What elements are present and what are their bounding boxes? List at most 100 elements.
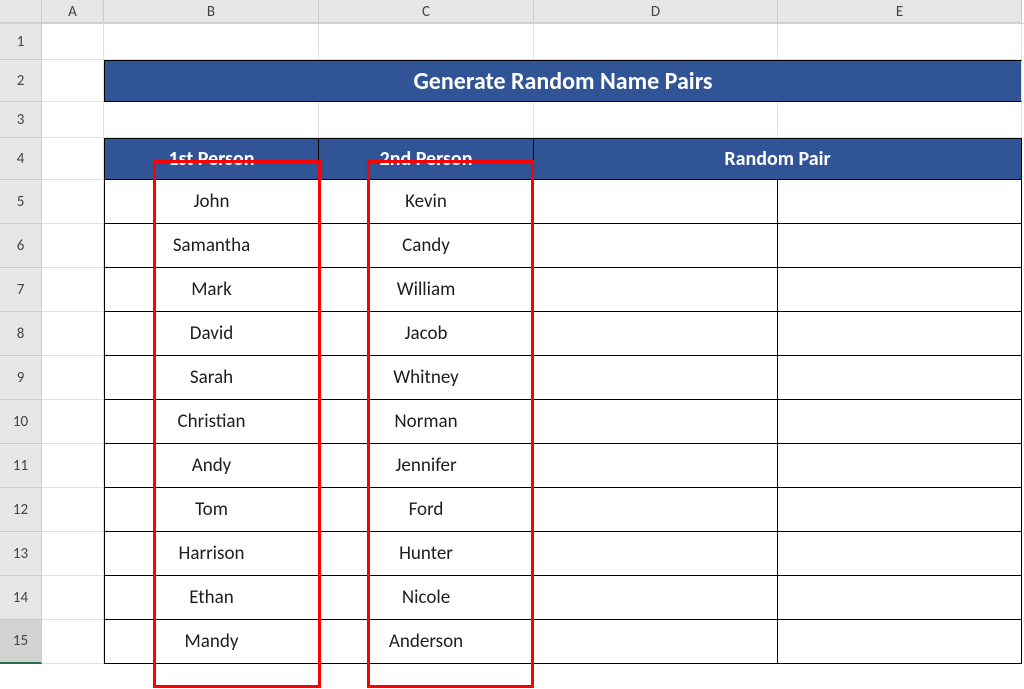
cell-A4[interactable]: [42, 138, 104, 180]
cell-E9[interactable]: [778, 356, 1022, 400]
cell-A7[interactable]: [42, 268, 104, 312]
cell-A8[interactable]: [42, 312, 104, 356]
table-row: 11 AndyJennifer: [0, 444, 1024, 488]
col-header-A[interactable]: A: [42, 0, 104, 23]
cell-B7[interactable]: Mark: [104, 268, 319, 312]
col-header-B[interactable]: B: [104, 0, 319, 23]
cell-A14[interactable]: [42, 576, 104, 620]
cell-C5[interactable]: Kevin: [319, 180, 534, 224]
cell-C12[interactable]: Ford: [319, 488, 534, 532]
cell-C7[interactable]: William: [319, 268, 534, 312]
title-cell[interactable]: Generate Random Name Pairs: [104, 60, 1022, 102]
row-header-14[interactable]: 14: [0, 576, 42, 620]
row-header-5[interactable]: 5: [0, 180, 42, 224]
cell-E14[interactable]: [778, 576, 1022, 620]
cell-C9[interactable]: Whitney: [319, 356, 534, 400]
row-header-3[interactable]: 3: [0, 102, 42, 138]
cell-B5[interactable]: John: [104, 180, 319, 224]
cell-E10[interactable]: [778, 400, 1022, 444]
cell-B15[interactable]: Mandy: [104, 620, 319, 664]
select-all-corner[interactable]: [0, 0, 42, 23]
cell-D5[interactable]: [534, 180, 778, 224]
cell-B6[interactable]: Samantha: [104, 224, 319, 268]
cell-C11[interactable]: Jennifer: [319, 444, 534, 488]
row-header-9[interactable]: 9: [0, 356, 42, 400]
row-header-7[interactable]: 7: [0, 268, 42, 312]
cell-B8[interactable]: David: [104, 312, 319, 356]
cell-E7[interactable]: [778, 268, 1022, 312]
cell-C1[interactable]: [319, 24, 534, 60]
row-header-10[interactable]: 10: [0, 400, 42, 444]
cell-B9[interactable]: Sarah: [104, 356, 319, 400]
row-header-4[interactable]: 4: [0, 138, 42, 180]
cell-C8[interactable]: Jacob: [319, 312, 534, 356]
cell-E15[interactable]: [778, 620, 1022, 664]
row-header-2[interactable]: 2: [0, 60, 42, 102]
cell-E3[interactable]: [778, 102, 1022, 138]
spreadsheet-grid: A B C D E 1 2 Generate Random Name Pairs…: [0, 0, 1024, 689]
cell-A13[interactable]: [42, 532, 104, 576]
row-header-1[interactable]: 1: [0, 24, 42, 60]
table-row: 14 EthanNicole: [0, 576, 1024, 620]
cell-B1[interactable]: [104, 24, 319, 60]
cell-A15[interactable]: [42, 620, 104, 664]
cell-D15[interactable]: [534, 620, 778, 664]
cell-A1[interactable]: [42, 24, 104, 60]
col-header-E[interactable]: E: [778, 0, 1022, 23]
header-2nd-person[interactable]: 2nd Person: [319, 138, 534, 180]
cell-B10[interactable]: Christian: [104, 400, 319, 444]
cell-E13[interactable]: [778, 532, 1022, 576]
col-header-D[interactable]: D: [534, 0, 778, 23]
cell-B3[interactable]: [104, 102, 319, 138]
cell-D1[interactable]: [534, 24, 778, 60]
cell-D14[interactable]: [534, 576, 778, 620]
cell-B12[interactable]: Tom: [104, 488, 319, 532]
cell-D12[interactable]: [534, 488, 778, 532]
header-1st-person[interactable]: 1st Person: [104, 138, 319, 180]
table-row: 6 SamanthaCandy: [0, 224, 1024, 268]
row-header-8[interactable]: 8: [0, 312, 42, 356]
col-header-C[interactable]: C: [319, 0, 534, 23]
cell-C3[interactable]: [319, 102, 534, 138]
cell-D9[interactable]: [534, 356, 778, 400]
cell-E11[interactable]: [778, 444, 1022, 488]
cell-D10[interactable]: [534, 400, 778, 444]
cell-C6[interactable]: Candy: [319, 224, 534, 268]
cell-D11[interactable]: [534, 444, 778, 488]
header-random-pair[interactable]: Random Pair: [534, 138, 1022, 180]
cell-C10[interactable]: Norman: [319, 400, 534, 444]
cell-C13[interactable]: Hunter: [319, 532, 534, 576]
cell-D3[interactable]: [534, 102, 778, 138]
row-header-12[interactable]: 12: [0, 488, 42, 532]
cell-E1[interactable]: [778, 24, 1022, 60]
cell-C15[interactable]: Anderson: [319, 620, 534, 664]
cell-C14[interactable]: Nicole: [319, 576, 534, 620]
cell-B14[interactable]: Ethan: [104, 576, 319, 620]
cell-A5[interactable]: [42, 180, 104, 224]
row-header-13[interactable]: 13: [0, 532, 42, 576]
cell-A2[interactable]: [42, 60, 104, 102]
row-header-6[interactable]: 6: [0, 224, 42, 268]
table-row: 7 MarkWilliam: [0, 268, 1024, 312]
cell-A6[interactable]: [42, 224, 104, 268]
cell-D13[interactable]: [534, 532, 778, 576]
table-row: 15 MandyAnderson: [0, 620, 1024, 664]
cell-D6[interactable]: [534, 224, 778, 268]
cell-B11[interactable]: Andy: [104, 444, 319, 488]
cell-A12[interactable]: [42, 488, 104, 532]
cell-D7[interactable]: [534, 268, 778, 312]
cell-A11[interactable]: [42, 444, 104, 488]
cell-A10[interactable]: [42, 400, 104, 444]
cell-E6[interactable]: [778, 224, 1022, 268]
table-row: 5 JohnKevin: [0, 180, 1024, 224]
cell-D8[interactable]: [534, 312, 778, 356]
cell-B13[interactable]: Harrison: [104, 532, 319, 576]
cell-A9[interactable]: [42, 356, 104, 400]
cell-E8[interactable]: [778, 312, 1022, 356]
table-row: 10 ChristianNorman: [0, 400, 1024, 444]
row-header-11[interactable]: 11: [0, 444, 42, 488]
cell-A3[interactable]: [42, 102, 104, 138]
cell-E12[interactable]: [778, 488, 1022, 532]
row-header-15[interactable]: 15: [0, 620, 42, 664]
cell-E5[interactable]: [778, 180, 1022, 224]
